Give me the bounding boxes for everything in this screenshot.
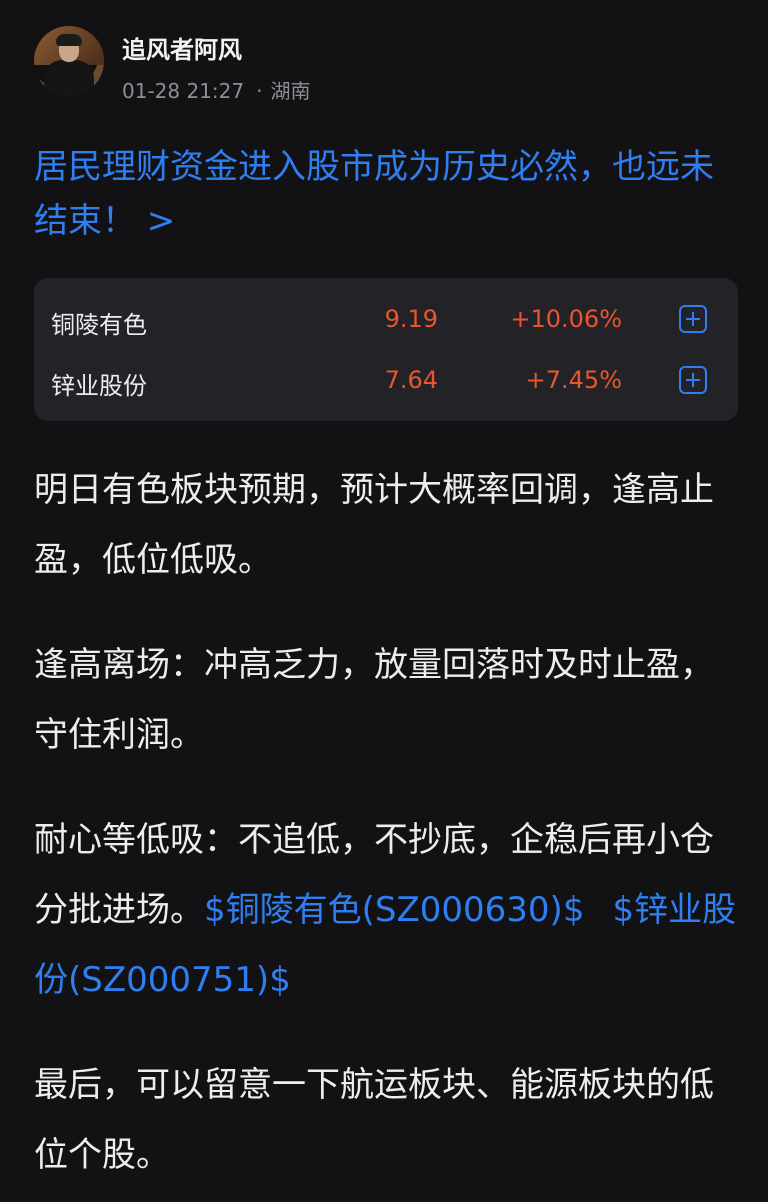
stock-card: 铜陵有色 9.19 +10.06% 锌业股份 7.64 +7.45%	[34, 278, 738, 421]
post-paragraph: 明日有色板块预期，预计大概率回调，逢高止盈，低位低吸。	[34, 470, 714, 580]
author-name[interactable]: 追风者阿风	[122, 30, 242, 65]
post-location: 湖南	[270, 79, 311, 103]
plus-square-icon[interactable]	[679, 305, 707, 333]
stock-price: 9.19	[384, 305, 438, 333]
post-title-link[interactable]: 居民理财资金进入股市成为历史必然，也远未结束！ >	[34, 140, 744, 248]
stock-change: +7.45%	[525, 366, 622, 394]
stock-name: 铜陵有色	[51, 311, 147, 339]
post-meta: 01-28 21:27 · 湖南	[122, 75, 310, 104]
avatar[interactable]	[34, 26, 104, 96]
plus-square-icon[interactable]	[679, 366, 707, 394]
stock-price: 7.64	[384, 366, 438, 394]
separator-dot: ·	[256, 79, 263, 103]
stock-change: +10.06%	[510, 305, 622, 333]
post-paragraph: 逢高离场：冲高乏力，放量回落时及时止盈，守住利润。	[34, 645, 714, 755]
post-paragraph: 最后，可以留意一下航运板块、能源板块的低位个股。	[34, 1065, 714, 1175]
stock-name: 锌业股份	[51, 372, 147, 400]
stock-tag-link[interactable]: $铜陵有色(SZ000630)$	[204, 890, 584, 930]
stock-row[interactable]: 锌业股份 7.64 +7.45%	[34, 360, 738, 400]
post-date: 01-28 21:27	[122, 79, 245, 103]
post-header: 追风者阿风 01-28 21:27 · 湖南	[34, 26, 734, 106]
stock-row[interactable]: 铜陵有色 9.19 +10.06%	[34, 299, 738, 339]
post-paragraph: 耐心等低吸：不追低，不抄底，企稳后再小仓分批进场。$铜陵有色(SZ000630)…	[34, 805, 744, 1015]
